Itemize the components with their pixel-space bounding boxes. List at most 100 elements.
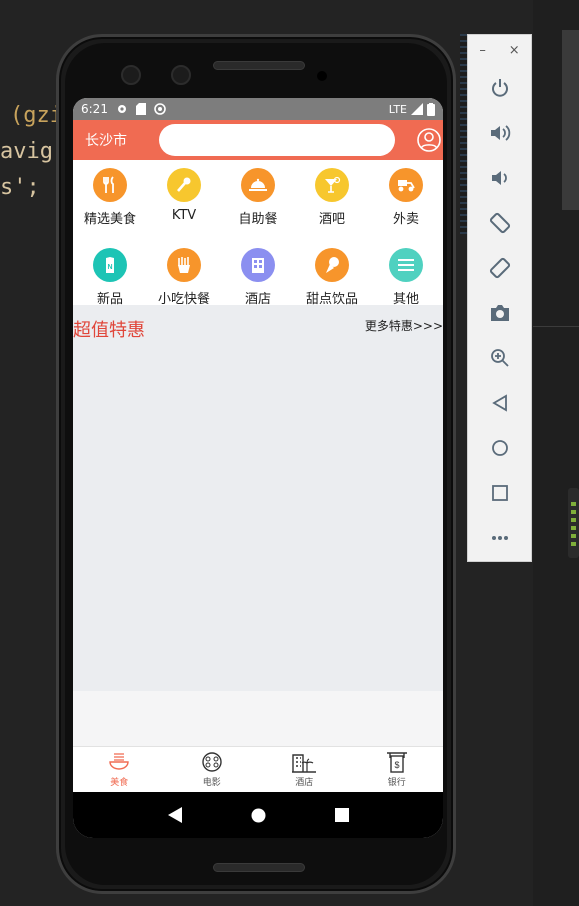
emulator-toolbar: – ×: [467, 34, 532, 562]
bottom-tab-bar: 美食 电影 酒店 $ 银行: [73, 746, 443, 792]
zoom-icon: [490, 348, 509, 367]
category-item[interactable]: 其他: [369, 248, 443, 307]
user-icon[interactable]: [417, 128, 441, 152]
back-nav-icon[interactable]: [167, 807, 182, 823]
tab-label: 银行: [387, 778, 406, 788]
category-item[interactable]: N 新品: [73, 248, 147, 307]
screenshot-button[interactable]: [468, 290, 531, 335]
category-grid: 精选美食 KTV 自助餐 酒吧 外卖 N 新品 小吃快餐 酒店 甜点饮品 其他: [73, 160, 443, 307]
code-editor: (gzi avig s';: [0, 98, 63, 206]
more-promos-link[interactable]: 更多特惠>>>: [365, 317, 443, 334]
hotel-building-icon: [292, 754, 317, 773]
category-item[interactable]: 外卖: [369, 168, 443, 227]
sync-icon: [154, 103, 166, 115]
bottom-speaker: [213, 863, 305, 872]
content-spacer: [73, 691, 443, 746]
category-label: KTV: [171, 208, 197, 223]
cocktail-icon: [315, 168, 349, 202]
editor-divider: [533, 326, 579, 327]
rotate-right-button[interactable]: [468, 245, 531, 290]
hotel-icon: [241, 248, 275, 282]
search-input[interactable]: [159, 124, 395, 156]
network-type: LTE: [388, 102, 407, 116]
sd-card-icon: [135, 103, 146, 115]
category-item[interactable]: KTV: [147, 168, 221, 227]
dish-cover-icon: [241, 168, 275, 202]
tab-label: 美食: [110, 778, 129, 788]
settings-icon: [117, 105, 126, 113]
category-item[interactable]: 甜点饮品: [295, 248, 369, 307]
minimize-button[interactable]: –: [479, 43, 486, 58]
close-button[interactable]: ×: [509, 43, 520, 58]
power-icon: [491, 78, 508, 97]
atm-icon: $: [386, 752, 407, 773]
status-bar: 6:21 LTE: [73, 98, 443, 120]
food-bowl-icon: [109, 753, 129, 770]
volume-up-icon: [490, 124, 510, 141]
proximity-sensor: [317, 71, 327, 81]
rotate-left-button[interactable]: [468, 200, 531, 245]
front-camera: [121, 65, 141, 85]
category-row: 精选美食 KTV 自助餐 酒吧 外卖: [73, 168, 443, 227]
status-time: 6:21: [81, 102, 108, 116]
category-label: 精选美食: [83, 212, 136, 227]
tab-label: 酒店: [295, 778, 314, 788]
signal-icon: [411, 103, 423, 115]
promo-header: 超值特惠 更多特惠>>>: [73, 305, 443, 341]
category-label: 酒吧: [318, 212, 345, 227]
code-line: avig: [0, 139, 53, 164]
android-nav-bar: [73, 792, 443, 838]
tab-food[interactable]: 美食: [73, 747, 166, 792]
microphone-icon: [167, 168, 201, 202]
svg-text:N: N: [107, 264, 112, 271]
category-row: N 新品 小吃快餐 酒店 甜点饮品 其他: [73, 248, 443, 307]
rotate-left-icon: [489, 212, 510, 233]
zoom-button[interactable]: [468, 335, 531, 380]
overview-button[interactable]: [468, 470, 531, 515]
tab-movies[interactable]: 电影: [166, 747, 259, 792]
back-button[interactable]: [468, 380, 531, 425]
category-item[interactable]: 酒吧: [295, 168, 369, 227]
category-label: 自助餐: [238, 212, 278, 227]
code-line: s';: [0, 175, 40, 200]
power-button[interactable]: [468, 65, 531, 110]
more-button[interactable]: [468, 515, 531, 560]
tab-bank[interactable]: $ 银行: [351, 747, 444, 792]
category-item[interactable]: 小吃快餐: [147, 248, 221, 307]
battery-icon: [427, 102, 435, 116]
city-selector[interactable]: 长沙市: [85, 130, 145, 150]
editor-overview-ruler: [568, 488, 579, 558]
fork-knife-icon: [93, 168, 127, 202]
more-icon: [491, 535, 508, 540]
ice-cream-icon: [315, 248, 349, 282]
camera-icon: [490, 304, 509, 321]
film-reel-icon: [202, 752, 222, 772]
editor-scrollbar[interactable]: [562, 30, 579, 210]
category-label: 外卖: [392, 212, 419, 227]
back-icon: [491, 393, 507, 412]
home-button[interactable]: [468, 425, 531, 470]
home-nav-icon[interactable]: [251, 808, 266, 823]
emulator-window-controls: – ×: [468, 35, 531, 65]
new-tag-icon: N: [93, 248, 127, 282]
front-sensor: [171, 65, 191, 85]
app-header: 长沙市: [73, 120, 443, 160]
category-item[interactable]: 酒店: [221, 248, 295, 307]
menu-icon: [389, 248, 423, 282]
category-item[interactable]: 自助餐: [221, 168, 295, 227]
promo-content-area: [73, 339, 443, 691]
delivery-scooter-icon: [389, 168, 423, 202]
volume-down-button[interactable]: [468, 155, 531, 200]
recents-nav-icon[interactable]: [334, 808, 349, 822]
overview-icon: [491, 484, 508, 501]
fries-icon: [167, 248, 201, 282]
home-icon: [491, 439, 508, 456]
svg-text:$: $: [394, 760, 399, 770]
code-line: (gzi: [10, 103, 63, 128]
tab-label: 电影: [202, 778, 221, 788]
category-item[interactable]: 精选美食: [73, 168, 147, 227]
tab-hotel[interactable]: 酒店: [258, 747, 351, 792]
volume-up-button[interactable]: [468, 110, 531, 155]
rotate-right-icon: [489, 257, 510, 278]
phone-screen: 6:21 LTE 长沙市 精选美食 KTV 自助餐 酒吧 外卖 N 新品 小吃快…: [73, 98, 443, 838]
